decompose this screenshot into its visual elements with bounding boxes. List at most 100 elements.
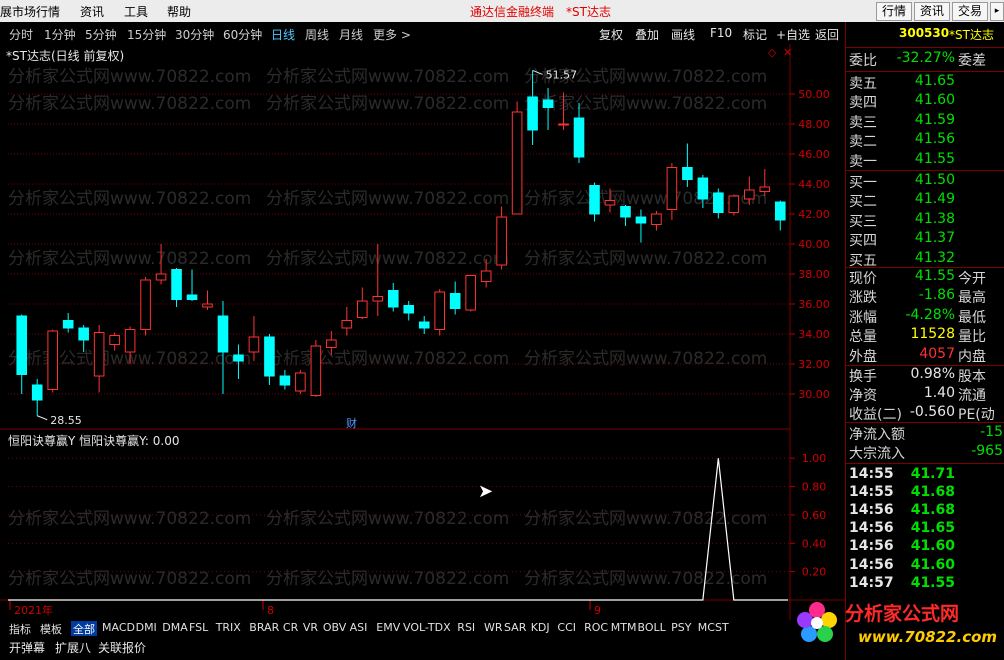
close-panel-icon[interactable]: ✕: [783, 46, 792, 59]
candle[interactable]: [264, 334, 275, 385]
indicator-tab[interactable]: KDJ: [531, 621, 550, 634]
candle[interactable]: [558, 92, 569, 131]
candle[interactable]: [620, 205, 631, 226]
candle[interactable]: [248, 316, 260, 361]
indicator-tab[interactable]: 全部: [71, 621, 97, 637]
candle[interactable]: [155, 244, 167, 285]
indicator-tab[interactable]: MTM: [611, 621, 637, 634]
indicator-tab[interactable]: WR: [484, 621, 503, 634]
candle[interactable]: [682, 143, 693, 188]
candle[interactable]: [449, 281, 461, 315]
candle[interactable]: [403, 301, 415, 321]
candle[interactable]: [713, 188, 724, 219]
indicator-tab[interactable]: ROC: [584, 621, 608, 634]
candle[interactable]: [31, 379, 43, 416]
candle[interactable]: [93, 325, 105, 393]
adjust-button[interactable]: 复权: [599, 26, 623, 43]
candle[interactable]: [78, 325, 89, 352]
menu-tools[interactable]: 工具: [124, 3, 148, 20]
candle[interactable]: [202, 290, 213, 311]
candle[interactable]: [387, 283, 399, 312]
candle[interactable]: [697, 175, 709, 208]
candle[interactable]: [418, 316, 430, 334]
indicator-tab[interactable]: OBV: [323, 621, 346, 634]
expand-tab[interactable]: 扩展八: [55, 639, 91, 656]
related-quote-tab[interactable]: 关联报价: [98, 639, 146, 656]
period-tab-weekly[interactable]: 周线: [305, 26, 329, 43]
add-watchlist-button[interactable]: +自选: [776, 26, 810, 43]
period-tab-more[interactable]: 更多 >: [373, 26, 411, 43]
more-arrow-icon[interactable]: ▸: [990, 2, 1004, 21]
indicator-tab[interactable]: FSL: [189, 621, 208, 634]
candle[interactable]: [434, 289, 445, 336]
candle[interactable]: [573, 103, 585, 163]
indicator-tab[interactable]: PSY: [671, 621, 691, 634]
candle[interactable]: [279, 370, 291, 390]
candle[interactable]: [310, 340, 322, 397]
indicator-tab[interactable]: SAR: [504, 621, 526, 634]
candle[interactable]: [47, 329, 58, 393]
candle[interactable]: [16, 314, 28, 395]
period-tab-30min[interactable]: 30分钟: [175, 26, 214, 43]
candle[interactable]: [62, 313, 74, 333]
indicator-tab[interactable]: BOLL: [638, 621, 666, 634]
news-button[interactable]: 资讯: [914, 2, 950, 21]
period-tab-5min[interactable]: 5分钟: [85, 26, 117, 43]
candle[interactable]: [372, 244, 384, 316]
menu-help[interactable]: 帮助: [167, 3, 191, 20]
candle[interactable]: [774, 200, 786, 231]
indicator-tab[interactable]: DMI: [136, 621, 157, 634]
indicator-tab[interactable]: CCI: [557, 621, 576, 634]
indicator-tab[interactable]: 模板: [40, 621, 62, 637]
f10-button[interactable]: F10: [710, 26, 732, 40]
period-tab-monthly[interactable]: 月线: [339, 26, 363, 43]
candle[interactable]: [527, 70, 538, 145]
candle[interactable]: [109, 332, 120, 351]
indicator-tab[interactable]: BRAR: [249, 621, 279, 634]
indicator-tab[interactable]: 指标: [9, 621, 31, 637]
candle[interactable]: [728, 194, 740, 216]
indicator-tab[interactable]: ASI: [350, 621, 368, 634]
period-tab-60min[interactable]: 60分钟: [223, 26, 262, 43]
period-tab-minute-chart[interactable]: 分时: [9, 26, 33, 43]
candle[interactable]: [357, 287, 368, 320]
indicator-tab[interactable]: MCST: [698, 621, 729, 634]
candle[interactable]: [651, 211, 662, 231]
indicator-tab[interactable]: EMV: [376, 621, 400, 634]
candle[interactable]: [140, 277, 151, 336]
period-tab-1min[interactable]: 1分钟: [44, 26, 76, 43]
candle[interactable]: [465, 275, 476, 312]
menu-news[interactable]: 资讯: [80, 3, 104, 20]
candlestick-chart[interactable]: 50.00 48.00 46.00 44.00 42.00 40.00 38.00 36.00…: [0, 44, 845, 620]
draw-button[interactable]: 画线: [671, 26, 695, 43]
candle[interactable]: [496, 206, 507, 270]
indicator-tab[interactable]: CR: [283, 621, 298, 634]
danmaku-toggle[interactable]: 开弹幕: [9, 639, 45, 656]
period-tab-daily[interactable]: 日线: [271, 26, 295, 43]
indicator-tab[interactable]: VOL-TDX: [403, 621, 451, 634]
mark-button[interactable]: 标记: [743, 26, 767, 43]
candle[interactable]: [604, 188, 616, 213]
candle[interactable]: [759, 169, 771, 196]
indicator-tab[interactable]: MACD: [102, 621, 135, 634]
market-button[interactable]: 行情: [876, 2, 912, 21]
candle[interactable]: [511, 101, 523, 215]
candle[interactable]: [341, 307, 353, 336]
indicator-tab[interactable]: TRIX: [216, 621, 241, 634]
finance-marker[interactable]: 财: [346, 415, 357, 431]
candle[interactable]: [326, 331, 337, 355]
back-button[interactable]: 返回: [815, 26, 839, 43]
indicator-tab[interactable]: VR: [303, 621, 318, 634]
candle[interactable]: [124, 326, 136, 365]
candle[interactable]: [480, 259, 492, 288]
candle[interactable]: [666, 163, 678, 220]
candle[interactable]: [589, 182, 600, 222]
candle[interactable]: [217, 301, 229, 394]
diamond-icon[interactable]: ◇: [768, 46, 776, 59]
indicator-tab[interactable]: DMA: [162, 621, 188, 634]
candle[interactable]: [233, 344, 244, 380]
trade-button[interactable]: 交易: [952, 2, 988, 21]
indicator-tab[interactable]: RSI: [457, 621, 475, 634]
candle[interactable]: [295, 370, 306, 394]
menu-market[interactable]: 展市场行情: [0, 3, 60, 20]
